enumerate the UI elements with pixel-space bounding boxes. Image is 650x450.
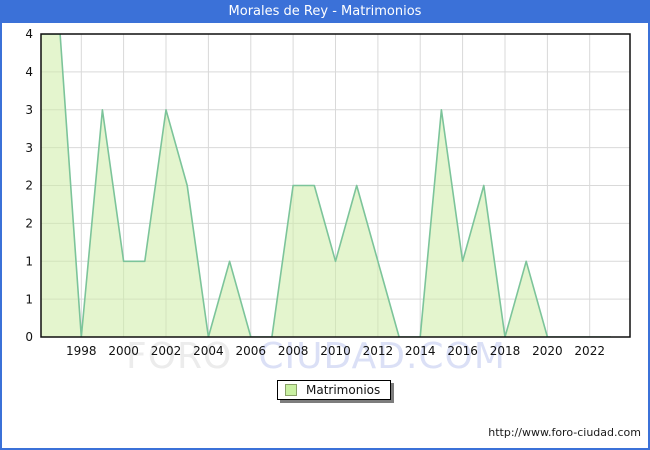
svg-text:1: 1	[25, 292, 33, 306]
svg-text:2022: 2022	[574, 344, 605, 358]
svg-text:2014: 2014	[405, 344, 436, 358]
chart-window: Morales de Rey - Matrimonios FORO CIUDAD.…	[0, 0, 650, 450]
chart-title: Morales de Rey - Matrimonios	[0, 0, 650, 23]
svg-text:2020: 2020	[532, 344, 563, 358]
svg-text:2004: 2004	[193, 344, 224, 358]
x-axis-labels: 1998 2000 2002 2004 2006 2008 2010 2012 2014 2016…	[66, 344, 605, 358]
svg-text:4: 4	[25, 65, 33, 79]
svg-text:2016: 2016	[447, 344, 478, 358]
svg-text:2008: 2008	[278, 344, 309, 358]
svg-text:2012: 2012	[363, 344, 394, 358]
svg-text:2018: 2018	[490, 344, 521, 358]
svg-text:2: 2	[25, 179, 33, 193]
svg-text:3: 3	[25, 103, 33, 117]
svg-text:2000: 2000	[108, 344, 139, 358]
legend-swatch-icon	[285, 384, 297, 396]
svg-text:2006: 2006	[236, 344, 267, 358]
svg-text:2: 2	[25, 217, 33, 231]
svg-text:0: 0	[25, 330, 33, 344]
footer-url: http://www.foro-ciudad.com	[488, 426, 641, 439]
svg-text:1: 1	[25, 254, 33, 268]
legend-label: Matrimonios	[306, 383, 381, 397]
y-axis-labels: 4 4 3 3 2 2 1 1 0	[25, 27, 33, 344]
svg-text:2010: 2010	[320, 344, 351, 358]
legend: Matrimonios	[277, 380, 392, 400]
svg-text:4: 4	[25, 27, 33, 41]
svg-text:1998: 1998	[66, 344, 97, 358]
svg-text:3: 3	[25, 141, 33, 155]
svg-text:2002: 2002	[151, 344, 182, 358]
